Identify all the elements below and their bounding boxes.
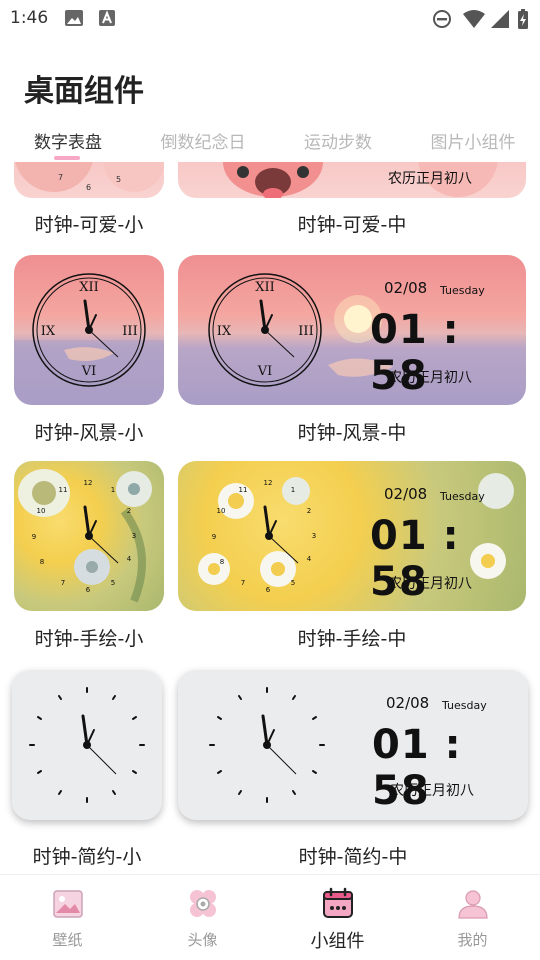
svg-text:8: 8 <box>40 558 44 566</box>
svg-text:7: 7 <box>58 173 63 182</box>
widget-card-flower-small[interactable]: 12 1 2 3 4 5 6 7 8 9 10 11 <box>14 461 164 611</box>
wallpaper-icon <box>53 890 83 918</box>
widget-label: 时钟-手绘-小 <box>34 628 144 650</box>
numeral-12: XII <box>255 280 275 295</box>
widget-label: 时钟-可爱-小 <box>34 214 144 236</box>
svg-text:8: 8 <box>220 558 224 566</box>
avatar-icon <box>190 890 216 917</box>
widget-label: 时钟-可爱-中 <box>297 214 407 236</box>
widget-label: 时钟-简约-小 <box>32 846 142 868</box>
svg-text:3: 3 <box>312 532 316 540</box>
svg-text:7: 7 <box>241 579 245 587</box>
svg-text:4: 4 <box>307 555 312 563</box>
svg-text:3: 3 <box>132 532 136 540</box>
widget-card-cute-small[interactable]: 7 6 5 <box>14 162 164 198</box>
numeral-6: VI <box>81 364 97 379</box>
numeral-3: III <box>298 324 313 339</box>
tab-photo-widget[interactable]: 图片小组件 <box>413 128 533 153</box>
widget-weekday: Tuesday <box>440 490 485 503</box>
widget-label: 时钟-简约-中 <box>298 846 408 868</box>
widget-card-cute-medium[interactable]: 农历正月初八 <box>178 162 526 198</box>
svg-text:6: 6 <box>266 586 271 594</box>
nav-widgets[interactable]: 小组件 <box>270 875 405 960</box>
svg-text:1: 1 <box>291 486 295 494</box>
roman-clock-face: XII III VI IX <box>14 273 164 405</box>
svg-text:7: 7 <box>61 579 65 587</box>
numeral-3: III <box>122 324 137 339</box>
numeral-6: VI <box>257 364 273 379</box>
nav-label: 头像 <box>187 931 218 949</box>
simple-clock-face <box>29 687 145 803</box>
svg-text:10: 10 <box>37 507 46 515</box>
widget-card-scene-small[interactable]: XII III VI IX <box>14 255 164 405</box>
widget-label: 时钟-风景-小 <box>34 422 144 444</box>
numeral-9: IX <box>217 324 232 339</box>
cute-illustration: 7 6 5 <box>15 162 164 192</box>
widget-date: 02/08 <box>386 694 430 712</box>
widget-date: 02/08 <box>384 485 428 503</box>
widget-lunar-date: 农历正月初八 <box>388 576 472 592</box>
cute-illustration-medium <box>223 162 498 198</box>
widget-label: 时钟-风景-中 <box>297 422 407 444</box>
widget-calendar-icon <box>323 887 353 918</box>
svg-text:11: 11 <box>59 486 68 494</box>
widget-lunar-date: 农历正月初八 <box>390 783 474 799</box>
nav-label: 我的 <box>457 931 488 949</box>
gallery-notification-icon <box>65 10 83 26</box>
category-tabs: 数字表盘 倒数纪念日 运动步数 图片小组件 <box>0 124 540 160</box>
flower-clock-face: 12 1 2 3 4 5 6 7 8 9 10 11 <box>18 469 152 603</box>
svg-text:10: 10 <box>217 507 226 515</box>
page-title: 桌面组件 <box>24 74 144 109</box>
svg-text:11: 11 <box>239 486 248 494</box>
widget-weekday: Tuesday <box>440 284 485 297</box>
cute-lunar-date: 农历正月初八 <box>388 171 472 187</box>
tab-countdown[interactable]: 倒数纪念日 <box>143 128 263 153</box>
widget-card-simple-small[interactable] <box>12 670 162 820</box>
widget-time: 01 : 58 <box>372 722 462 814</box>
dnd-icon <box>433 10 451 28</box>
widget-weekday: Tuesday <box>442 699 487 712</box>
nav-avatar[interactable]: 头像 <box>135 875 270 960</box>
widget-card-scene-medium[interactable]: XII III VI IX 02/08 Tuesday 01 : 58 农历正月… <box>178 255 526 405</box>
svg-text:5: 5 <box>111 579 115 587</box>
nav-label: 小组件 <box>310 931 365 952</box>
tab-steps[interactable]: 运动步数 <box>278 128 398 153</box>
wifi-icon <box>463 10 485 28</box>
widget-label: 时钟-手绘-中 <box>297 628 407 650</box>
text-notification-icon <box>99 10 115 26</box>
nav-profile[interactable]: 我的 <box>405 875 540 960</box>
bottom-navigation: 壁纸 头像 小组件 我的 <box>0 874 540 960</box>
widget-card-simple-medium[interactable]: 02/08 Tuesday 01 : 58 农历正月初八 <box>178 670 528 820</box>
numeral-12: XII <box>79 280 99 295</box>
nav-wallpaper[interactable]: 壁纸 <box>0 875 135 960</box>
profile-icon <box>458 890 488 919</box>
signal-icon <box>491 10 509 28</box>
svg-text:2: 2 <box>127 507 131 515</box>
status-bar: 1:46 <box>0 0 540 36</box>
widget-date: 02/08 <box>384 279 428 297</box>
svg-text:9: 9 <box>212 533 216 541</box>
nav-label: 壁纸 <box>52 931 83 949</box>
svg-text:9: 9 <box>32 533 36 541</box>
status-time: 1:46 <box>10 8 49 28</box>
numeral-9: IX <box>41 324 56 339</box>
widget-list[interactable]: 7 6 5 农历正月初八 时钟-可爱-小 时钟-可爱-中 XII III VI … <box>0 162 540 874</box>
widget-lunar-date: 农历正月初八 <box>388 370 472 386</box>
widget-card-flower-medium[interactable]: 12 1 2 3 4 5 6 7 8 9 10 11 02/08 Tuesday… <box>178 461 526 611</box>
svg-text:6: 6 <box>86 183 91 192</box>
svg-text:2: 2 <box>307 507 311 515</box>
tab-digital-clock[interactable]: 数字表盘 <box>8 128 128 153</box>
svg-text:1: 1 <box>111 486 115 494</box>
svg-text:6: 6 <box>86 586 91 594</box>
svg-text:5: 5 <box>291 579 295 587</box>
svg-text:12: 12 <box>84 479 93 487</box>
battery-icon <box>518 9 528 29</box>
active-tab-indicator <box>54 156 80 160</box>
svg-text:12: 12 <box>264 479 273 487</box>
svg-text:5: 5 <box>116 175 121 184</box>
svg-text:4: 4 <box>127 555 132 563</box>
